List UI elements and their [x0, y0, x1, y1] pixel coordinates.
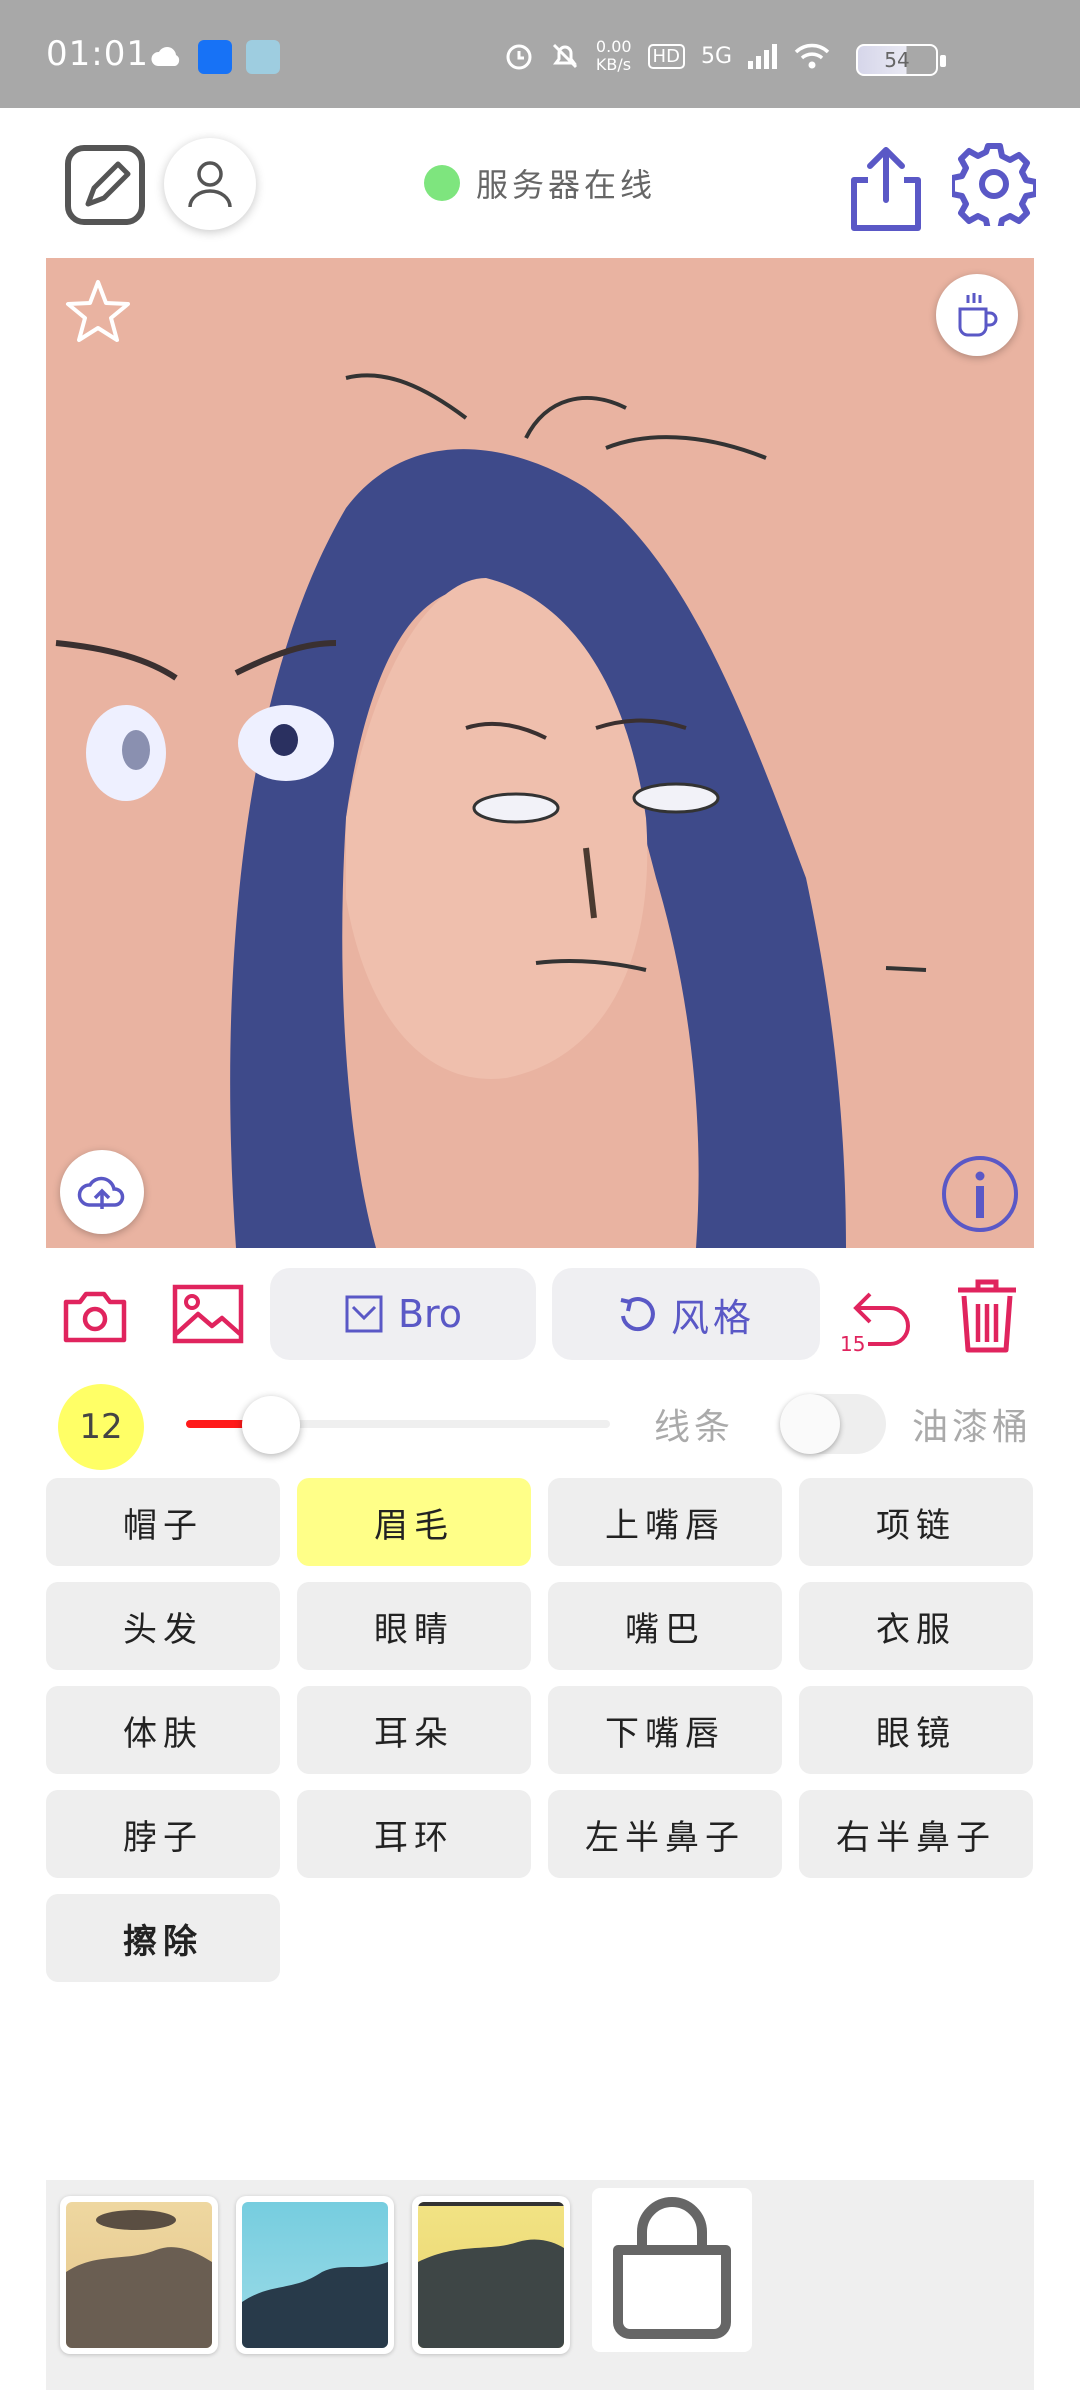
part-chip[interactable]: 衣服 — [799, 1582, 1033, 1670]
server-online-dot — [424, 165, 460, 201]
coffee-donate-button[interactable] — [936, 274, 1018, 356]
part-selector-grid: 帽子 眉毛 上嘴唇 项链 头发 眼睛 嘴巴 衣服 体肤 耳朵 下嘴唇 眼镜 脖子… — [46, 1478, 1034, 1982]
signal-icon — [748, 44, 777, 69]
cloud-icon — [151, 47, 180, 66]
undo-count: 15 — [840, 1332, 866, 1356]
info-icon[interactable] — [940, 1154, 1020, 1234]
edit-icon[interactable] — [64, 144, 146, 226]
drawing-canvas[interactable] — [46, 258, 1034, 1248]
cloud-upload-icon — [77, 1176, 125, 1209]
shop-button[interactable] — [592, 2188, 752, 2352]
user-icon — [188, 161, 232, 208]
alarm-icon — [506, 44, 532, 70]
style-thumbnail[interactable] — [412, 2196, 570, 2354]
part-chip[interactable]: 下嘴唇 — [548, 1686, 782, 1774]
wifi-icon — [794, 43, 830, 69]
part-chip[interactable]: 帽子 — [46, 1478, 280, 1566]
erase-chip[interactable]: 擦除 — [46, 1894, 280, 1982]
network-type: 5G — [700, 43, 732, 69]
status-time: 01:01 — [46, 34, 149, 74]
style-thumbnail-image — [418, 2202, 564, 2348]
gallery-image-icon[interactable] — [172, 1284, 244, 1344]
brush-size-badge: 12 — [58, 1384, 144, 1470]
part-chip[interactable]: 项链 — [799, 1478, 1033, 1566]
part-chip[interactable]: 体肤 — [46, 1686, 280, 1774]
coffee-cup-icon — [958, 293, 998, 337]
trash-icon[interactable] — [954, 1276, 1020, 1356]
zhihu-icon — [198, 40, 232, 74]
brush-slider-row: 12 线条 油漆桶 — [0, 1376, 1080, 1470]
style-thumbnail-tray — [46, 2180, 1034, 2390]
refresh-icon — [620, 1297, 655, 1332]
part-chip[interactable]: 嘴巴 — [548, 1582, 782, 1670]
generated-portrait-image — [46, 258, 1034, 1248]
style-thumbnail[interactable] — [60, 2196, 218, 2354]
part-chip[interactable]: 耳朵 — [297, 1686, 531, 1774]
style-label: 风格 — [670, 1295, 755, 1340]
undo-button[interactable]: 15 — [838, 1278, 922, 1358]
part-chip[interactable]: 眼镜 — [799, 1686, 1033, 1774]
camera-icon[interactable] — [62, 1288, 128, 1344]
server-status-label: 服务器在线 — [476, 166, 657, 204]
part-chip[interactable]: 右半鼻子 — [799, 1790, 1033, 1878]
net-speed: 0.00 KB/s — [595, 37, 632, 74]
style-thumbnail-image — [66, 2202, 212, 2348]
hd-badge: HD — [647, 43, 685, 69]
part-chip[interactable]: 头发 — [46, 1582, 280, 1670]
mute-icon — [552, 43, 577, 69]
bucket-mode-label: 油漆桶 — [912, 1407, 1033, 1448]
toggle-knob — [780, 1394, 840, 1454]
tool-row: Bro 风格 15 — [0, 1264, 1080, 1364]
share-icon[interactable] — [848, 144, 924, 234]
user-profile-button[interactable] — [164, 138, 256, 230]
style-button[interactable]: 风格 — [552, 1268, 820, 1360]
model-select-button[interactable]: Bro — [270, 1268, 536, 1360]
settings-gear-icon[interactable] — [952, 142, 1036, 226]
style-thumbnail-image — [242, 2202, 388, 2348]
status-bar: 01:01 0.00 KB/s HD 5G 54 — [0, 0, 1080, 108]
app-notification-icon — [246, 40, 280, 74]
part-chip[interactable]: 耳环 — [297, 1790, 531, 1878]
checkbox-icon — [345, 1295, 383, 1333]
line-mode-label: 线条 — [654, 1407, 735, 1448]
cloud-upload-button[interactable] — [60, 1150, 144, 1234]
shopping-bag-icon — [613, 2197, 731, 2339]
part-chip[interactable]: 左半鼻子 — [548, 1790, 782, 1878]
model-label: Bro — [397, 1292, 463, 1336]
part-chip[interactable]: 上嘴唇 — [548, 1478, 782, 1566]
slider-thumb[interactable] — [241, 1396, 300, 1454]
part-chip[interactable]: 脖子 — [46, 1790, 280, 1878]
part-chip-active[interactable]: 眉毛 — [297, 1478, 531, 1566]
part-chip[interactable]: 眼睛 — [297, 1582, 531, 1670]
bucket-toggle[interactable] — [780, 1394, 886, 1454]
top-bar: 服务器在线 — [0, 108, 1080, 258]
favorite-star-icon[interactable] — [62, 276, 134, 348]
server-status: 服务器在线 — [424, 160, 656, 206]
style-thumbnail[interactable] — [236, 2196, 394, 2354]
battery-icon: 54 — [856, 44, 946, 76]
